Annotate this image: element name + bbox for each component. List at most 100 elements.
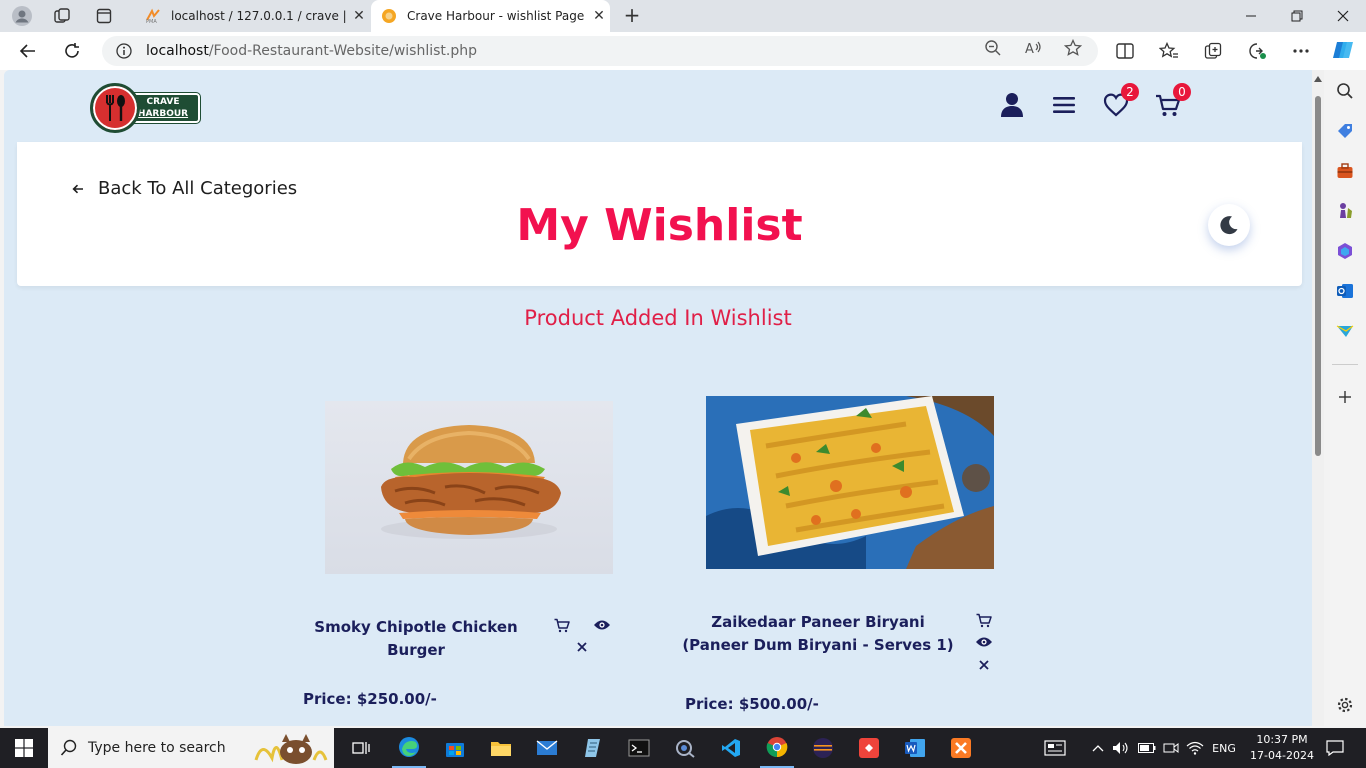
dark-mode-toggle[interactable] xyxy=(1208,204,1250,246)
search-highlight-illustration-icon xyxy=(252,730,330,766)
page-title: My Wishlist xyxy=(516,200,803,251)
view-eye-icon[interactable] xyxy=(592,615,612,635)
news-widget-icon[interactable] xyxy=(1040,728,1070,768)
taskbar-search-box[interactable]: Type here to search xyxy=(48,728,334,768)
user-account-icon[interactable] xyxy=(997,90,1027,120)
arrow-left-icon xyxy=(72,183,84,195)
view-eye-icon[interactable] xyxy=(974,632,994,652)
clock-time: 10:37 PM xyxy=(1256,733,1308,746)
search-icon xyxy=(60,739,78,757)
product-image[interactable] xyxy=(325,401,613,574)
close-window-button[interactable] xyxy=(1320,0,1366,32)
refresh-button[interactable] xyxy=(58,39,86,63)
wishlist-hero-card: Back To All Categories My Wishlist xyxy=(17,142,1302,286)
meet-now-camera-icon[interactable] xyxy=(1160,728,1182,768)
search-placeholder: Type here to search xyxy=(88,740,226,756)
taskbar-clock[interactable]: 10:37 PM 17-04-2024 xyxy=(1244,732,1320,764)
input-language-indicator[interactable]: ENG xyxy=(1208,728,1240,768)
restore-button[interactable] xyxy=(1274,0,1320,32)
cart-button[interactable]: 0 xyxy=(1153,83,1191,120)
sidebar-settings-gear-icon[interactable] xyxy=(1334,694,1356,716)
tab-actions-icon[interactable] xyxy=(90,4,118,28)
crave-harbour-favicon xyxy=(381,8,397,24)
clock-date: 17-04-2024 xyxy=(1250,749,1314,762)
tab-wishlist[interactable]: Crave Harbour - wishlist Page ✕ xyxy=(371,0,610,32)
show-hidden-icons-chevron-icon[interactable] xyxy=(1088,728,1108,768)
favorite-star-icon[interactable] xyxy=(1064,39,1082,57)
battery-icon[interactable] xyxy=(1136,728,1158,768)
eclipse-icon[interactable] xyxy=(806,728,840,768)
product-name[interactable]: Zaikedaar Paneer Biryani (Paneer Dum Bir… xyxy=(680,611,956,657)
wishlist-heart-button[interactable]: 2 xyxy=(1101,83,1139,120)
profile-icon[interactable] xyxy=(8,4,36,28)
split-screen-icon[interactable] xyxy=(1112,40,1138,62)
site-header: CRAVE HARBOUR 2 0 xyxy=(4,70,1312,142)
windows-start-icon[interactable] xyxy=(0,728,48,768)
back-link-label: Back To All Categories xyxy=(98,178,298,199)
moon-icon xyxy=(1220,216,1238,235)
product-image[interactable] xyxy=(706,396,994,569)
remove-close-icon[interactable] xyxy=(974,655,994,675)
search-icon[interactable] xyxy=(1334,80,1356,102)
new-tab-button[interactable]: + xyxy=(620,4,644,28)
url-bar[interactable]: localhost/Food-Restaurant-Website/wishli… xyxy=(102,36,1098,66)
sidebar-divider xyxy=(1332,364,1358,365)
close-tab-icon[interactable]: ✕ xyxy=(348,8,370,24)
chrome-icon[interactable] xyxy=(760,728,794,768)
tab-phpmyadmin[interactable]: PMA localhost / 127.0.0.1 / crave | php … xyxy=(135,0,370,32)
close-tab-icon[interactable]: ✕ xyxy=(588,8,610,24)
edge-sidebar xyxy=(1324,70,1366,726)
mail-icon[interactable] xyxy=(530,728,564,768)
games-chess-icon[interactable] xyxy=(1334,200,1356,222)
section-heading: Product Added In Wishlist xyxy=(524,306,792,330)
copilot-icon[interactable] xyxy=(1330,39,1356,61)
anydesk-icon[interactable] xyxy=(852,728,886,768)
tab-title: localhost / 127.0.0.1 / crave | php xyxy=(171,9,348,23)
wishlist-count-badge: 2 xyxy=(1121,83,1139,101)
product-price: Price: $250.00/- xyxy=(303,690,437,708)
read-aloud-icon[interactable]: A xyxy=(1024,39,1044,57)
outlook-icon[interactable] xyxy=(1334,280,1356,302)
add-to-cart-icon[interactable] xyxy=(974,610,994,630)
address-toolbar: localhost/Food-Restaurant-Website/wishli… xyxy=(0,32,1366,70)
favorites-icon[interactable] xyxy=(1156,40,1182,62)
more-menu-icon[interactable] xyxy=(1288,40,1314,62)
crave-harbour-logo[interactable]: CRAVE HARBOUR xyxy=(90,83,202,133)
browser-tab-strip: PMA localhost / 127.0.0.1 / crave | php … xyxy=(0,0,1366,32)
file-explorer-icon[interactable] xyxy=(484,728,518,768)
hamburger-menu-icon[interactable] xyxy=(1049,90,1079,120)
scrollbar-thumb[interactable] xyxy=(1315,96,1321,456)
task-view-icon[interactable] xyxy=(344,728,378,768)
shopping-tag-icon[interactable] xyxy=(1334,120,1356,142)
microsoft-365-icon[interactable] xyxy=(1334,240,1356,262)
zoom-icon[interactable] xyxy=(984,39,1002,57)
back-button[interactable] xyxy=(14,39,42,63)
speaker-volume-icon[interactable] xyxy=(1110,728,1132,768)
notification-center-icon[interactable] xyxy=(1320,728,1350,768)
notepad-icon[interactable] xyxy=(576,728,610,768)
cortana-search-icon[interactable] xyxy=(668,728,702,768)
edge-taskbar-icon[interactable] xyxy=(392,728,426,768)
drop-send-icon[interactable] xyxy=(1334,320,1356,342)
microsoft-store-icon[interactable] xyxy=(438,728,472,768)
add-to-cart-icon[interactable] xyxy=(552,615,572,635)
browser-essentials-icon[interactable] xyxy=(1244,40,1270,62)
remove-close-icon[interactable] xyxy=(572,637,592,657)
workspaces-icon[interactable] xyxy=(48,4,76,28)
tab-title: Crave Harbour - wishlist Page xyxy=(407,9,585,23)
collections-icon[interactable] xyxy=(1200,40,1226,62)
add-sidebar-app-icon[interactable] xyxy=(1334,386,1356,408)
minimize-button[interactable] xyxy=(1228,0,1274,32)
tools-briefcase-icon[interactable] xyxy=(1334,160,1356,182)
product-name[interactable]: Smoky Chipotle Chicken Burger xyxy=(310,616,522,662)
vscode-icon[interactable] xyxy=(714,728,748,768)
scroll-up-arrow-icon[interactable] xyxy=(1314,76,1322,82)
svg-text:A: A xyxy=(1025,42,1034,57)
wifi-icon[interactable] xyxy=(1184,728,1206,768)
xampp-icon[interactable] xyxy=(944,728,978,768)
page-scrollbar[interactable] xyxy=(1312,70,1324,726)
word-icon[interactable] xyxy=(898,728,932,768)
site-info-icon[interactable] xyxy=(116,43,132,59)
back-to-categories-link[interactable]: Back To All Categories xyxy=(72,178,297,199)
terminal-icon[interactable] xyxy=(622,728,656,768)
